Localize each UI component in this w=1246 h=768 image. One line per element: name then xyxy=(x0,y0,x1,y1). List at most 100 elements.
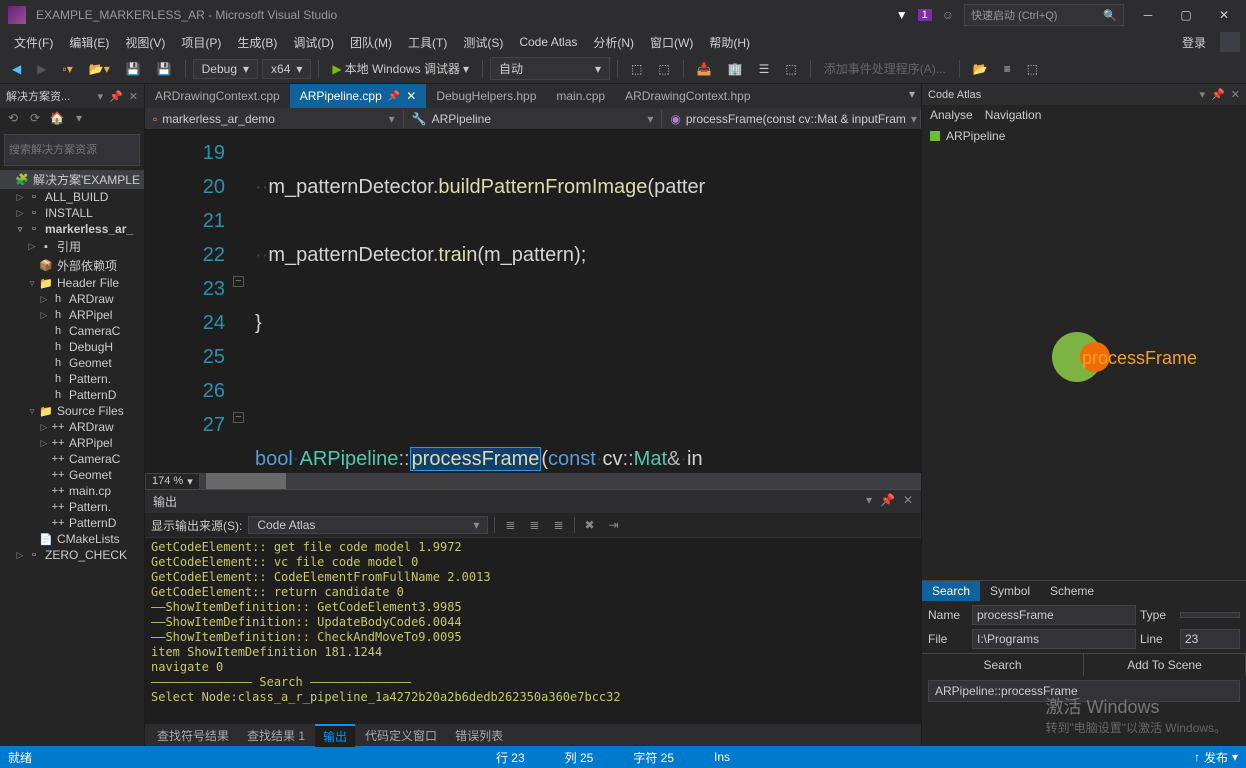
tree-node[interactable]: hDebugH xyxy=(0,339,144,355)
tree-node[interactable]: ▷++ARPipel xyxy=(0,435,144,451)
nav-fwd-button[interactable]: ▶ xyxy=(31,59,52,79)
editor-scrollbar[interactable]: 174 %▾ xyxy=(145,473,921,489)
menu-build[interactable]: 生成(B) xyxy=(229,31,285,54)
publish-button[interactable]: ↑ 发布 ▾ xyxy=(1194,749,1238,766)
output-tb-3[interactable]: ≣ xyxy=(549,518,567,532)
panel-close-icon[interactable]: ✕ xyxy=(129,90,138,103)
output-content[interactable]: GetCodeElement:: get file code model 1.9… xyxy=(145,538,921,724)
editor-tab[interactable]: main.cpp xyxy=(546,84,615,108)
tb-icon-9[interactable]: ⬚ xyxy=(1021,59,1044,79)
tree-node[interactable]: ▷▫ALL_BUILD xyxy=(0,189,144,205)
minimize-button[interactable]: ─ xyxy=(1134,8,1162,22)
tree-node[interactable]: ▿📁Header File xyxy=(0,275,144,291)
output-tb-2[interactable]: ≣ xyxy=(525,518,543,532)
config-dropdown[interactable]: Debug▾ xyxy=(193,59,258,79)
sign-in-link[interactable]: 登录 xyxy=(1174,31,1214,54)
notification-flag[interactable]: 1 xyxy=(918,9,932,21)
tree-node[interactable]: ▷hARDraw xyxy=(0,291,144,307)
close-button[interactable]: ✕ xyxy=(1210,8,1238,22)
crumb-member[interactable]: ◉processFrame(const cv::Mat & inputFram▾ xyxy=(662,110,921,128)
save-button[interactable]: 💾 xyxy=(120,59,147,79)
menu-project[interactable]: 项目(P) xyxy=(173,31,229,54)
tree-node[interactable]: ++CameraC xyxy=(0,451,144,467)
tree-node[interactable]: ▷▪引用 xyxy=(0,237,144,256)
tree-node[interactable]: ▷▫INSTALL xyxy=(0,205,144,221)
editor-tab[interactable]: ARDrawingContext.hpp xyxy=(615,84,760,108)
atlas-menu-navigation[interactable]: Navigation xyxy=(985,108,1042,122)
tree-node[interactable]: ++main.cp xyxy=(0,483,144,499)
output-pin-icon[interactable]: 📌 xyxy=(880,493,895,510)
tree-node[interactable]: hPatternD xyxy=(0,387,144,403)
avatar-icon[interactable] xyxy=(1220,32,1240,52)
atlas-tab[interactable]: Symbol xyxy=(980,581,1040,601)
menu-edit[interactable]: 编辑(E) xyxy=(61,31,117,54)
file-field[interactable]: I:\Programs xyxy=(972,629,1136,649)
editor-tab[interactable]: ARDrawingContext.cpp xyxy=(145,84,290,108)
open-file-button[interactable]: 📂▾ xyxy=(83,59,116,79)
tree-node[interactable]: ++Pattern. xyxy=(0,499,144,515)
tree-node[interactable]: hPattern. xyxy=(0,371,144,387)
tb-icon-3[interactable]: 📥 xyxy=(691,59,718,79)
zoom-level[interactable]: 174 %▾ xyxy=(145,473,200,490)
tree-node[interactable]: ▷▫ZERO_CHECK xyxy=(0,547,144,563)
menu-help[interactable]: 帮助(H) xyxy=(701,31,758,54)
tb-icon-2[interactable]: ⬚ xyxy=(652,59,675,79)
maximize-button[interactable]: ▢ xyxy=(1172,8,1200,22)
menu-file[interactable]: 文件(F) xyxy=(6,31,61,54)
scrollbar-thumb[interactable] xyxy=(206,473,286,489)
tree-node[interactable]: ▷hARPipel xyxy=(0,307,144,323)
pin-icon[interactable]: 📌 xyxy=(109,90,123,103)
new-file-button[interactable]: ▫▾ xyxy=(56,59,78,79)
output-close-icon[interactable]: ✕ xyxy=(903,493,913,510)
output-tb-5[interactable]: ⇥ xyxy=(605,518,623,532)
add-event-handler[interactable]: 添加事件处理程序(A)... xyxy=(818,57,952,80)
code-editor[interactable]: 192021222324252627 ··m_patternDetector.b… xyxy=(145,130,921,473)
tb-icon-6[interactable]: ⬚ xyxy=(779,59,802,79)
menu-tools[interactable]: 工具(T) xyxy=(400,31,455,54)
quick-launch[interactable]: 快速启动 (Ctrl+Q) 🔍 xyxy=(964,4,1124,26)
editor-tab[interactable]: ARPipeline.cpp📌✕ xyxy=(290,84,427,108)
bottom-tab[interactable]: 代码定义窗口 xyxy=(357,725,445,746)
filter-icon[interactable]: ▼ xyxy=(896,8,908,22)
output-source-dropdown[interactable]: Code Atlas▾ xyxy=(248,516,488,534)
editor-tab[interactable]: DebugHelpers.hpp xyxy=(426,84,546,108)
tree-node[interactable]: 📄CMakeLists xyxy=(0,531,144,547)
home-icon[interactable]: ⟳ xyxy=(26,111,44,129)
tb-icon-5[interactable]: ☰ xyxy=(753,59,776,79)
output-tb-1[interactable]: ≣ xyxy=(501,518,519,532)
tb-icon-4[interactable]: 🏢 xyxy=(722,59,749,79)
tree-node[interactable]: ▿▫markerless_ar_ xyxy=(0,221,144,237)
auto-dropdown[interactable]: 自动▾ xyxy=(490,57,610,80)
atlas-bubble[interactable]: processFrame xyxy=(1052,332,1102,382)
solution-search[interactable]: 🔍▾ xyxy=(4,134,140,166)
menu-test[interactable]: 测试(S) xyxy=(455,31,511,54)
menu-debug[interactable]: 调试(D) xyxy=(285,31,342,54)
atlas-canvas[interactable]: processFrame xyxy=(922,147,1246,580)
solution-tree[interactable]: 🧩解决方案'EXAMPLE▷▫ALL_BUILD▷▫INSTALL▿▫marke… xyxy=(0,168,144,746)
fold-icon[interactable]: − xyxy=(233,276,244,287)
platform-dropdown[interactable]: x64▾ xyxy=(262,59,311,79)
nav-back-button[interactable]: ◀ xyxy=(6,59,27,79)
atlas-tab[interactable]: Scheme xyxy=(1040,581,1104,601)
tree-node[interactable]: hCameraC xyxy=(0,323,144,339)
line-field[interactable]: 23 xyxy=(1180,629,1240,649)
run-button[interactable]: ▶本地 Windows 调试器▾ xyxy=(326,57,475,80)
bottom-tab[interactable]: 错误列表 xyxy=(447,725,511,746)
name-field[interactable]: processFrame xyxy=(972,605,1136,625)
atlas-result[interactable]: ARPipeline::processFrame xyxy=(928,680,1240,702)
output-tb-4[interactable]: ✖ xyxy=(581,518,599,532)
bottom-tab[interactable]: 查找结果 1 xyxy=(239,725,313,746)
menu-code-atlas[interactable]: Code Atlas xyxy=(511,32,585,52)
atlas-tab[interactable]: Search xyxy=(922,581,980,601)
tree-node[interactable]: 🧩解决方案'EXAMPLE xyxy=(0,170,144,189)
dropdown-icon[interactable]: ▾ xyxy=(98,90,104,103)
menu-view[interactable]: 视图(V) xyxy=(117,31,173,54)
pin-icon[interactable]: 📌 xyxy=(1211,88,1225,101)
menu-analyze[interactable]: 分析(N) xyxy=(585,31,642,54)
dropdown-icon[interactable]: ▾ xyxy=(1200,88,1206,101)
sync-icon[interactable]: ▾ xyxy=(70,111,88,129)
atlas-menu-analyse[interactable]: Analyse xyxy=(930,108,973,122)
tb-icon-8[interactable]: ≡ xyxy=(998,59,1017,79)
atlas-search-button[interactable]: Search xyxy=(922,654,1084,676)
crumb-class[interactable]: 🔧ARPipeline▾ xyxy=(404,110,663,128)
